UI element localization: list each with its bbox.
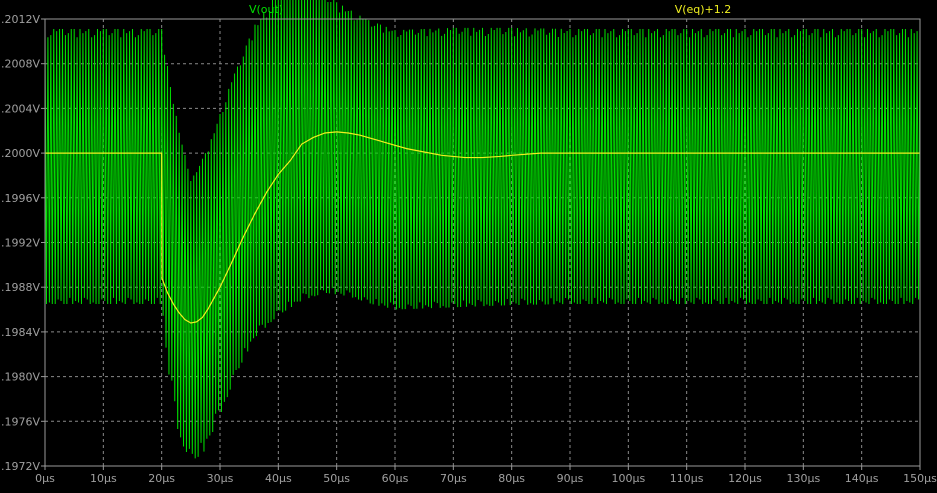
y-tick-label: 1.1996V	[0, 192, 40, 205]
x-tick-label: 40µs	[265, 472, 292, 485]
x-tick-label: 60µs	[382, 472, 409, 485]
x-tick-label: 130µs	[786, 472, 820, 485]
y-tick-label: 1.2004V	[0, 102, 40, 115]
x-tick-label: 20µs	[148, 472, 175, 485]
x-tick-label: 120µs	[728, 472, 762, 485]
y-tick-label: 1.2000V	[0, 147, 40, 160]
y-tick-label: 1.1988V	[0, 281, 40, 294]
legend-v-out[interactable]: V(out)	[249, 3, 283, 16]
x-tick-label: 0µs	[35, 472, 55, 485]
legend-v-eq[interactable]: V(eq)+1.2	[675, 3, 732, 16]
y-tick-label: 1.1984V	[0, 326, 40, 339]
x-tick-label: 80µs	[498, 472, 525, 485]
x-tick-label: 100µs	[611, 472, 645, 485]
x-tick-label: 30µs	[207, 472, 234, 485]
x-tick-label: 90µs	[557, 472, 584, 485]
y-tick-label: 1.1976V	[0, 415, 40, 428]
x-tick-label: 70µs	[440, 472, 467, 485]
x-tick-label: 10µs	[90, 472, 117, 485]
y-tick-label: 1.1992V	[0, 237, 40, 250]
waveform-chart: 0µs 10µs 20µs 30µs 40µs 50µs 60µs 70µs 80µs 90µs 1…	[0, 0, 937, 493]
y-tick-label: 1.2008V	[0, 58, 40, 71]
x-tick-label: 110µs	[670, 472, 704, 485]
x-tick-label: 150µs	[903, 472, 937, 485]
waveform-viewer: 0µs 10µs 20µs 30µs 40µs 50µs 60µs 70µs 80µs 90µs 1…	[0, 0, 937, 493]
x-tick-label: 50µs	[323, 472, 350, 485]
y-tick-label: 1.1972V	[0, 460, 40, 473]
x-tick-label: 140µs	[845, 472, 879, 485]
y-tick-label: 1.1980V	[0, 371, 40, 384]
y-tick-label: 1.2012V	[0, 13, 40, 26]
